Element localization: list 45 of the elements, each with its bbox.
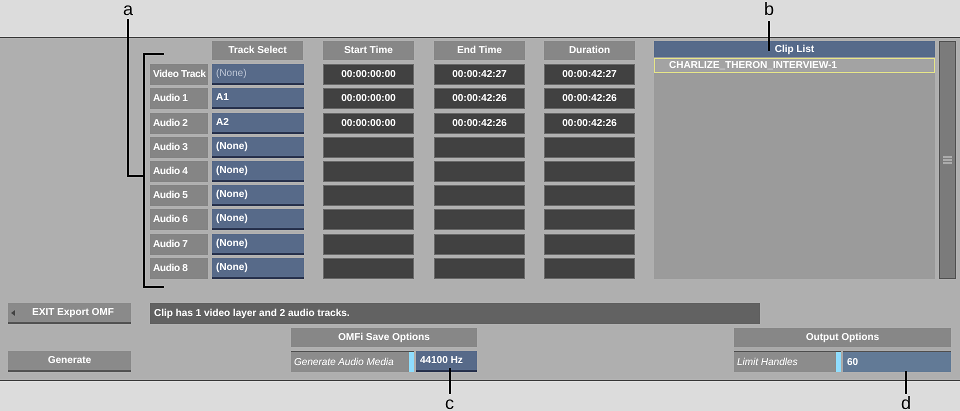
track-label: Audio 6 [150,209,208,230]
track-select-button[interactable]: (None) [212,258,304,279]
sample-rate-field[interactable]: 44100 Hz [416,351,477,372]
toggle-button[interactable]: Limit Handles [734,351,841,372]
track-select-button[interactable]: A1 [212,88,304,110]
generate-button[interactable]: Generate [8,351,131,372]
time-field: 00:00:42:26 [544,112,635,134]
time-field: 00:00:42:26 [434,112,525,134]
toggle-button[interactable]: Generate Audio Media [291,351,414,372]
column-header: Track Select [212,41,303,60]
column-header: End Time [434,41,525,60]
time-field: 00:00:42:27 [434,64,525,86]
track-select-button[interactable]: (None) [212,64,304,86]
track-label: Video Track [150,64,208,86]
section-header: Output Options [734,328,951,347]
status-message: Clip has 1 video layer and 2 audio tracks. [150,303,760,324]
time-field: 00:00:00:00 [323,64,414,86]
track-select-button[interactable]: (None) [212,234,304,255]
callout-label: c [445,394,454,411]
time-field: 00:00:42:26 [544,88,635,110]
track-label: Audio 1 [150,88,208,110]
exit-button[interactable]: EXIT Export OMF [8,303,131,324]
callout-label: a [123,0,134,18]
track-select-button[interactable]: (None) [212,209,304,230]
time-field: 00:00:42:27 [544,64,635,86]
track-label: Audio 7 [150,234,208,255]
track-label: Audio 3 [150,136,208,158]
column-header: Duration [544,41,635,60]
time-field: 00:00:00:00 [323,88,414,110]
callout-label: d [901,394,912,411]
track-select-button[interactable]: (None) [212,136,304,158]
track-label: Audio 4 [150,160,208,182]
track-select-button[interactable]: A2 [212,112,304,134]
track-label: Audio 8 [150,258,208,279]
handles-field[interactable]: 60 [843,351,951,372]
list-header: Clip List [654,41,935,57]
time-field: 00:00:42:26 [434,88,525,110]
time-field: 00:00:00:00 [323,112,414,134]
section-header: OMFi Save Options [291,328,477,347]
track-select-button[interactable]: (None) [212,160,304,182]
track-select-button[interactable]: (None) [212,185,304,206]
track-label: Audio 5 [150,185,208,206]
track-label: Audio 2 [150,112,208,134]
column-header: Start Time [323,41,414,60]
callout-label: b [764,0,774,18]
